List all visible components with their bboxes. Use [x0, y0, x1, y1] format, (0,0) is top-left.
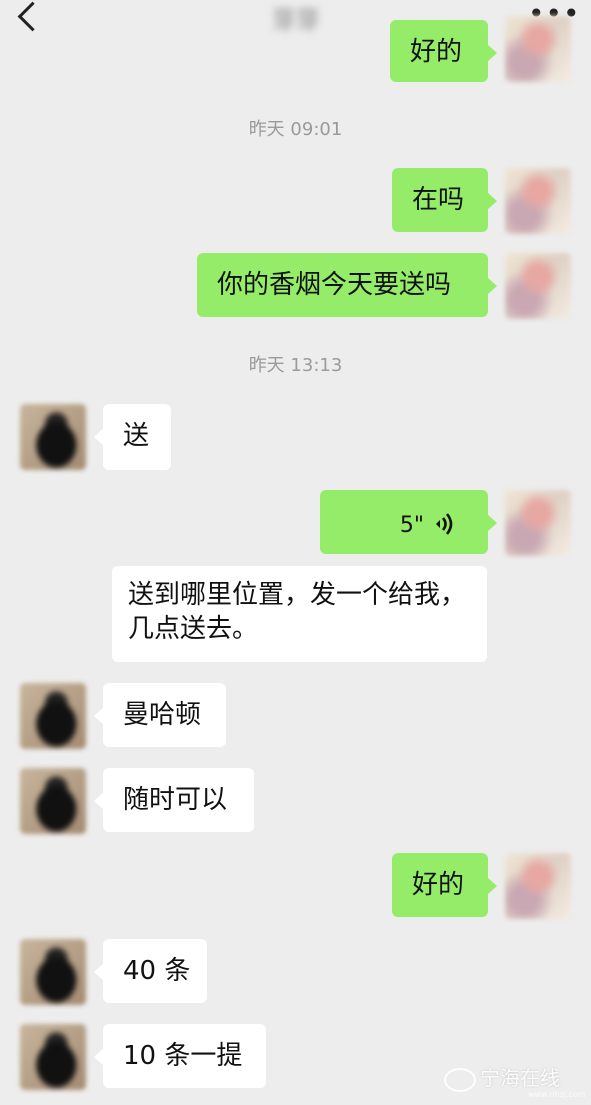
message-text: 40 条 [123, 956, 191, 986]
watermark-text: 宁海在线 [480, 1066, 560, 1090]
message-text: 好的 [412, 870, 465, 900]
chevron-left-icon[interactable] [17, 1, 48, 32]
voice-wave-icon [436, 513, 453, 535]
watermark-url: www.nhzj.com [528, 1090, 586, 1099]
top-bar: 芽芽 ••• [0, 0, 591, 36]
message-bubble-received[interactable]: 送 [94, 404, 171, 470]
message-text: 送 [123, 421, 150, 451]
message-bubble-received[interactable]: 10 条一提 [94, 1024, 266, 1088]
message-bubble-sent[interactable]: 好的 [392, 853, 497, 917]
contact-avatar[interactable] [20, 939, 86, 1005]
message-bubble-sent[interactable]: 在吗 [392, 168, 497, 232]
message-text: 10 条一提 [123, 1041, 243, 1071]
message-text: 好的 [410, 37, 463, 67]
message-bubble-sent[interactable]: 你的香烟今天要送吗 [197, 253, 497, 317]
voice-transcript-bubble[interactable]: 送到哪里位置，发一个给我， 几点送去。 [112, 566, 487, 662]
message-text: 你的香烟今天要送吗 [217, 270, 452, 300]
message-text: 随时可以 [123, 785, 228, 815]
my-avatar[interactable] [505, 490, 571, 556]
contact-avatar[interactable] [20, 683, 86, 749]
message-text: 在吗 [412, 185, 465, 215]
chat-title: 芽芽 [272, 6, 320, 34]
contact-avatar[interactable] [20, 1024, 86, 1090]
transcript-line: 几点送去。 [128, 614, 259, 644]
watermark-logo-icon [444, 1067, 476, 1092]
voice-duration: 5" [399, 513, 424, 538]
my-avatar[interactable] [505, 168, 571, 234]
transcript-line: 送到哪里位置，发一个给我， [128, 580, 467, 610]
timestamp: 昨天 09:01 [248, 119, 343, 140]
my-avatar[interactable] [505, 853, 571, 919]
message-bubble-received[interactable]: 随时可以 [94, 768, 254, 832]
message-bubble-received[interactable]: 40 条 [94, 939, 207, 1003]
my-avatar[interactable] [505, 16, 571, 82]
message-bubble-received[interactable]: 曼哈顿 [94, 683, 226, 747]
voice-message-bubble[interactable]: 5" [320, 490, 497, 554]
message-bubble-sent[interactable]: 好的 [390, 20, 497, 82]
contact-avatar[interactable] [20, 404, 86, 470]
timestamp: 昨天 13:13 [248, 355, 343, 376]
my-avatar[interactable] [505, 253, 571, 319]
message-text: 曼哈顿 [123, 700, 202, 730]
contact-avatar[interactable] [20, 768, 86, 834]
